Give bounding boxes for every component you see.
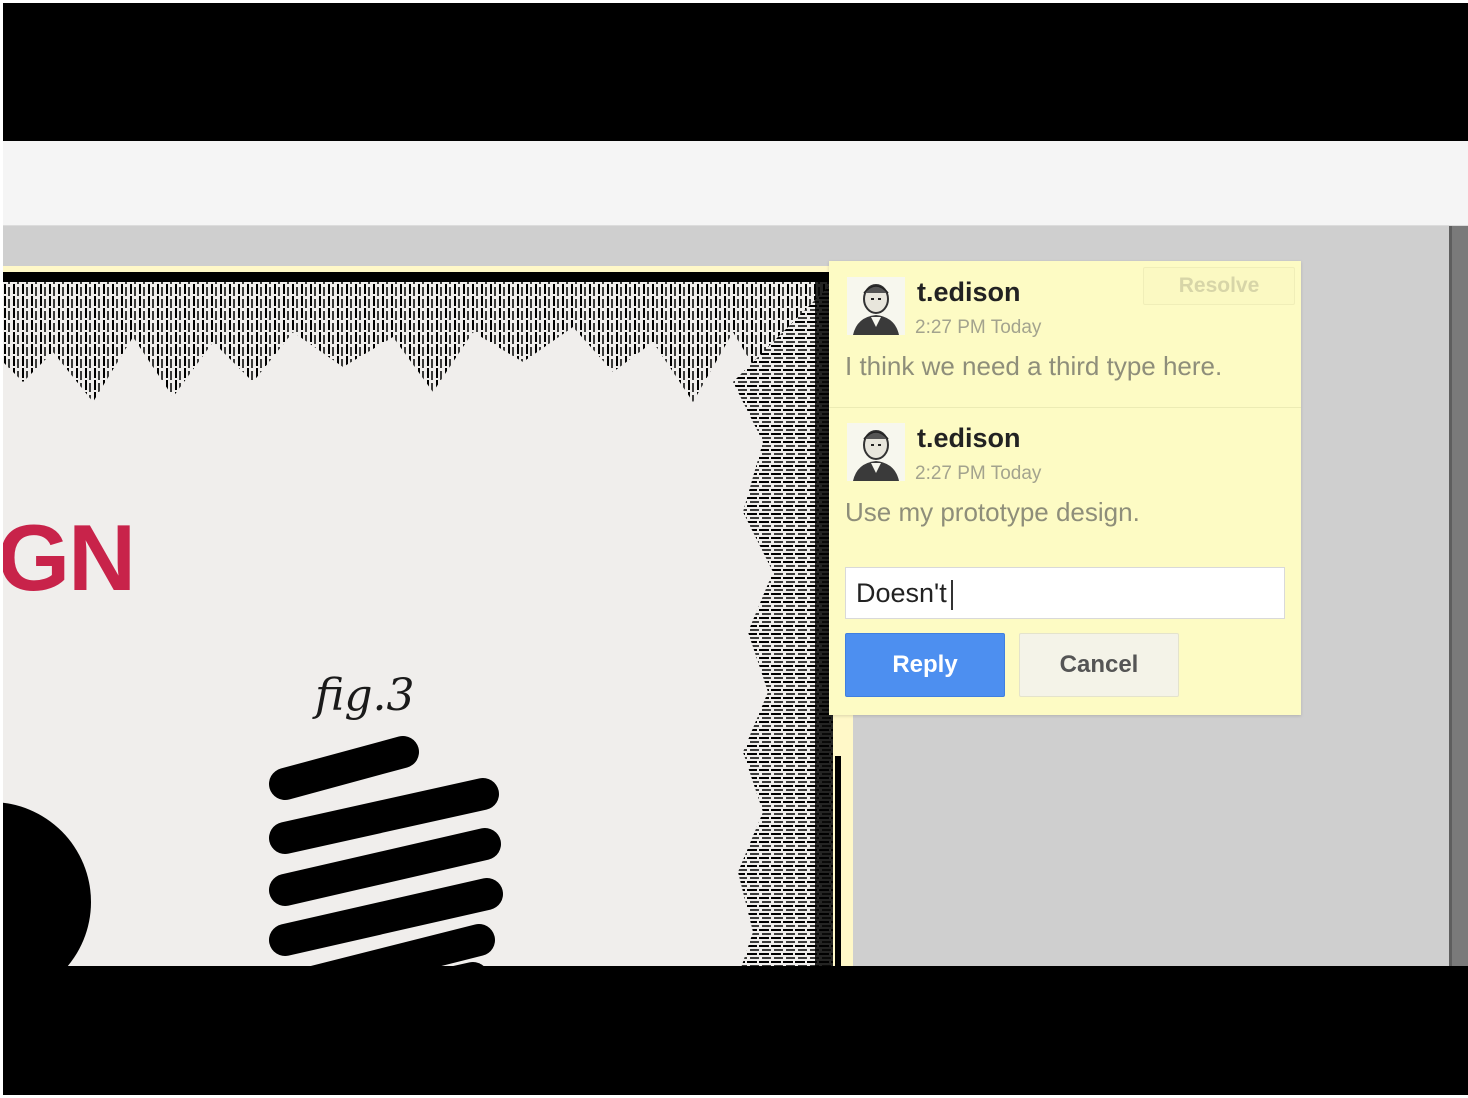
reply-input[interactable]: Doesn't	[845, 567, 1285, 619]
comment-item: t.edison 2:27 PM Today Use my prototype …	[829, 407, 1301, 547]
vertical-scrollbar[interactable]	[1449, 226, 1468, 966]
comment-author: t.edison	[917, 277, 1021, 307]
video-frame: GN fig.3 Resolve t.edison 2:27 PM Today …	[3, 3, 1468, 1095]
comment-text: I think we need a third type here.	[845, 351, 1223, 381]
comment-timestamp: 2:27 PM Today	[915, 317, 1042, 338]
comment-timestamp: 2:27 PM Today	[915, 463, 1042, 484]
document-canvas: GN fig.3	[3, 272, 833, 966]
avatar	[847, 277, 905, 335]
document-page: GN fig.3	[3, 266, 853, 966]
avatar	[847, 423, 905, 481]
document-heading-fragment: GN	[3, 505, 136, 610]
reply-button[interactable]: Reply	[845, 633, 1005, 697]
reply-input-value: Doesn't	[856, 578, 947, 608]
cancel-button[interactable]: Cancel	[1019, 633, 1179, 697]
comment-text: Use my prototype design.	[845, 497, 1140, 527]
engraving-illustration	[3, 272, 833, 966]
user-portrait-icon	[847, 277, 905, 335]
figure-caption: fig.3	[315, 670, 415, 721]
text-caret	[950, 579, 953, 610]
app-toolbar	[3, 141, 1468, 226]
page-edge-line	[835, 756, 841, 966]
comment-item: t.edison 2:27 PM Today I think we need a…	[829, 261, 1301, 408]
comment-author: t.edison	[917, 423, 1021, 453]
user-portrait-icon	[847, 423, 905, 481]
comment-thread-panel: Resolve t.edison 2:27 PM Today I think w…	[829, 261, 1301, 715]
